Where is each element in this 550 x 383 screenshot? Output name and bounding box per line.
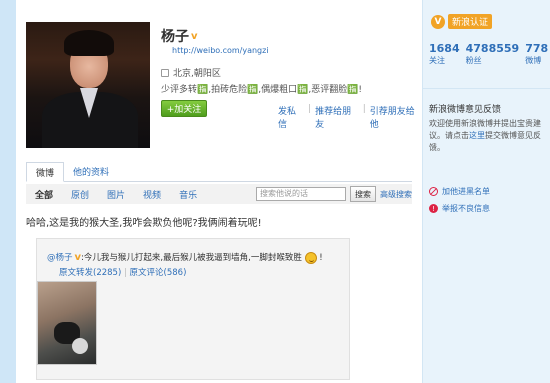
verified-icon: v [191,30,198,42]
introduce-link[interactable]: 引荐朋友给他 [370,104,422,130]
recommend-link[interactable]: 推荐给朋友 [315,104,359,130]
location-icon [161,68,169,77]
blacklist-link[interactable]: 加他进黑名单 [429,186,490,197]
profile-actions: 发私信 | 推荐给朋友 | 引荐朋友给他 [278,104,422,130]
search-input[interactable]: 搜索他说的话 [256,187,346,201]
repost-box: @杨子 v:今儿我与猴儿打起来,最后猴儿被我逼到墙角,一脚封喉致胜 ! 原文转发(… [36,238,350,380]
feedback-text: 欢迎使用新浪微博并提出宝贵建议。请点击这里提交微博意见反馈。 [429,119,541,152]
profile-location: 北京,朝阳区 [161,66,221,79]
repost-author[interactable]: @杨子 [47,253,73,263]
feedback-link[interactable]: 这里 [469,131,485,140]
profile-tabs: 微博 他的资料 [26,162,412,182]
blacklist-icon [429,187,438,196]
sina-verify[interactable]: V 新浪认证 [431,14,493,29]
repost-image[interactable] [37,281,97,365]
report-icon: ! [429,204,438,213]
verify-badge-icon: V [431,14,445,29]
send-message-link[interactable]: 发私信 [278,104,304,130]
smiley-icon [304,251,317,264]
original-comment-link[interactable]: 原文评论(586) [130,268,187,278]
feedback-title: 新浪微博意见反馈 [429,105,502,115]
stat-followers[interactable]: 4788559 粉丝 [466,42,520,66]
location-text: 北京,朝阳区 [173,69,221,79]
follow-button[interactable]: +加关注 [161,100,207,117]
profile-name: 杨子 [161,29,189,45]
filter-all[interactable]: 全部 [26,188,62,201]
original-forward-link[interactable]: 原文转发(2285) [59,268,121,278]
repost-link-separator: | [121,268,130,278]
verify-label: 新浪认证 [448,14,493,29]
main-column: 杨子 v http://weibo.com/yangzi 北京,朝阳区 少评多转… [16,0,422,383]
stat-posts[interactable]: 778 微博 [525,42,548,66]
report-link[interactable]: ! 举报不良信息 [429,203,490,214]
repost-body: :今儿我与猴儿打起来,最后猴儿被我逼到墙角,一脚封喉致胜 [81,253,302,263]
filter-video[interactable]: 视频 [134,188,170,201]
filter-original[interactable]: 原创 [62,188,98,201]
advanced-search-link[interactable]: 高级搜索 [380,189,412,200]
profile-url[interactable]: http://weibo.com/yangzi [172,46,269,55]
sidebar-divider [423,88,550,89]
post-text: 哈哈,这是我的猴大圣,我咋会欺负他呢?我俩闹着玩呢! [26,218,262,229]
stat-following[interactable]: 1684 关注 [429,42,460,66]
repost-text: @杨子 v:今儿我与猴儿打起来,最后猴儿被我逼到墙角,一脚封喉致胜 ! [47,251,323,264]
profile-name-row: 杨子 v [161,26,198,46]
repost-suffix: ! [319,253,323,263]
profile-bio: 少评多转🈯,拍砖危险🈯,偶爆粗口🈯,恶评翻脸🈯! [161,85,363,95]
filter-bar: 全部 原创 图片 视频 音乐 搜索他说的话 搜索 高级搜索 [26,184,412,204]
tab-profile-info[interactable]: 他的资料 [64,162,118,181]
filter-image[interactable]: 图片 [98,188,134,201]
tab-weibo[interactable]: 微博 [26,162,65,182]
sidebar: V 新浪认证 1684 关注 4788559 粉丝 778 微博 新浪微博意见反… [422,0,550,383]
avatar[interactable] [26,22,150,148]
repost-links: 原文转发(2285) | 原文评论(586) [59,266,186,278]
sidebar-links: 加他进黑名单 ! 举报不良信息 [429,186,490,220]
stats: 1684 关注 4788559 粉丝 778 微博 [429,42,548,66]
filter-music[interactable]: 音乐 [170,188,206,201]
search-button[interactable]: 搜索 [350,186,376,202]
